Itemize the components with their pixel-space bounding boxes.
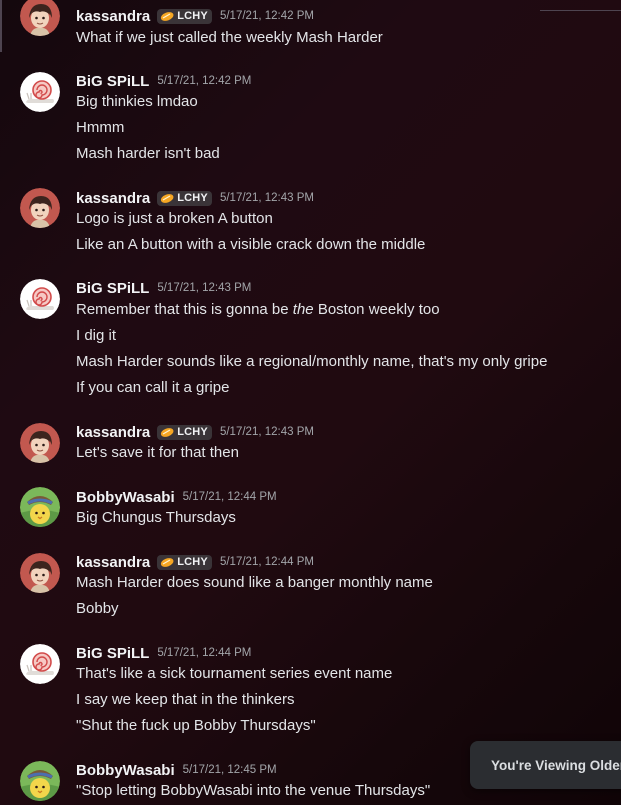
message-header: BiG SPiLL 5/17/21, 12:44 PM bbox=[76, 643, 251, 663]
message-text: Mash Harder sounds like a regional/month… bbox=[76, 353, 548, 370]
username[interactable]: kassandra bbox=[76, 190, 150, 207]
timestamp[interactable]: 5/17/21, 12:43 PM bbox=[220, 426, 314, 438]
username[interactable]: BiG SPiLL bbox=[76, 645, 149, 662]
snail-avatar-icon bbox=[20, 72, 60, 112]
message-text: "Stop letting BobbyWasabi into the venue… bbox=[76, 782, 431, 799]
avatar[interactable] bbox=[20, 0, 60, 36]
server-tag[interactable]: LCHY bbox=[157, 8, 212, 24]
avatar[interactable] bbox=[20, 761, 60, 801]
message-text: If you can call it a gripe bbox=[76, 379, 230, 396]
message-text: Like an A button with a visible crack do… bbox=[76, 236, 426, 253]
message-header: BiG SPiLL 5/17/21, 12:42 PM bbox=[76, 71, 251, 91]
message-text: That's like a sick tournament series eve… bbox=[76, 665, 393, 682]
avatar[interactable] bbox=[20, 644, 60, 684]
bread-icon bbox=[161, 558, 174, 567]
kassandra-avatar-icon bbox=[20, 423, 60, 463]
message-text: "Shut the fuck up Bobby Thursdays" bbox=[76, 717, 316, 734]
username[interactable]: BiG SPiLL bbox=[76, 73, 149, 90]
message-text: Remember that this is gonna be the Bosto… bbox=[76, 300, 440, 320]
bread-icon bbox=[161, 12, 174, 21]
timestamp[interactable]: 5/17/21, 12:44 PM bbox=[157, 647, 251, 659]
snail-avatar-icon bbox=[20, 279, 60, 319]
message-text: Big Chungus Thursdays bbox=[76, 509, 236, 526]
message-header: kassandra LCHY 5/17/21, 12:42 PM bbox=[76, 6, 314, 26]
server-tag-label: LCHY bbox=[177, 192, 208, 204]
message-text: Big thinkies lmdao bbox=[76, 93, 198, 110]
bread-icon bbox=[161, 428, 174, 437]
divider-line bbox=[540, 10, 621, 11]
message-text: Logo is just a broken A button bbox=[76, 210, 273, 227]
avatar[interactable] bbox=[20, 72, 60, 112]
message-header: kassandra LCHY 5/17/21, 12:43 PM bbox=[76, 188, 314, 208]
message-text: Mash Harder does sound like a banger mon… bbox=[76, 574, 433, 591]
message-text: Bobby bbox=[76, 600, 119, 617]
bread-icon bbox=[161, 194, 174, 203]
message-text: Hmmm bbox=[76, 119, 125, 136]
message-header: BiG SPiLL 5/17/21, 12:43 PM bbox=[76, 278, 251, 298]
avatar[interactable] bbox=[20, 279, 60, 319]
message-list: kassandra LCHY 5/17/21, 12:42 PM What if… bbox=[0, 0, 621, 805]
message-header: BobbyWasabi 5/17/21, 12:44 PM bbox=[76, 487, 277, 507]
timestamp[interactable]: 5/17/21, 12:43 PM bbox=[157, 282, 251, 294]
message-text: I dig it bbox=[76, 327, 117, 344]
kassandra-avatar-icon bbox=[20, 553, 60, 593]
message-header: kassandra LCHY 5/17/21, 12:44 PM bbox=[76, 552, 314, 572]
kassandra-avatar-icon bbox=[20, 0, 60, 36]
username[interactable]: kassandra bbox=[76, 424, 150, 441]
server-tag-label: LCHY bbox=[177, 10, 208, 22]
server-tag[interactable]: LCHY bbox=[157, 424, 212, 440]
unread-divider-bar bbox=[0, 0, 2, 52]
avatar[interactable] bbox=[20, 188, 60, 228]
server-tag-label: LCHY bbox=[177, 426, 208, 438]
message-text-italic: the bbox=[292, 301, 314, 318]
username[interactable]: BobbyWasabi bbox=[76, 489, 175, 506]
avatar[interactable] bbox=[20, 553, 60, 593]
username[interactable]: BiG SPiLL bbox=[76, 280, 149, 297]
message-header: kassandra LCHY 5/17/21, 12:43 PM bbox=[76, 422, 314, 442]
viewing-older-messages-toast[interactable]: You're Viewing Older M bbox=[470, 741, 621, 789]
message-text: What if we just called the weekly Mash H… bbox=[76, 29, 383, 46]
username[interactable]: kassandra bbox=[76, 554, 150, 571]
message-text: I say we keep that in the thinkers bbox=[76, 691, 295, 708]
timestamp[interactable]: 5/17/21, 12:45 PM bbox=[183, 764, 277, 776]
timestamp[interactable]: 5/17/21, 12:42 PM bbox=[157, 75, 251, 87]
timestamp[interactable]: 5/17/21, 12:44 PM bbox=[183, 491, 277, 503]
avatar[interactable] bbox=[20, 423, 60, 463]
snail-avatar-icon bbox=[20, 644, 60, 684]
message-text-part: Boston weekly too bbox=[317, 301, 440, 318]
message-text: Mash harder isn't bad bbox=[76, 145, 220, 162]
message-text-part: Remember that this is gonna be bbox=[76, 301, 289, 318]
username[interactable]: kassandra bbox=[76, 8, 150, 25]
server-tag[interactable]: LCHY bbox=[157, 190, 212, 206]
bobby-avatar-icon bbox=[20, 761, 60, 801]
toast-label: You're Viewing Older M bbox=[491, 757, 621, 773]
bobby-avatar-icon bbox=[20, 487, 60, 527]
message-text: Let's save it for that then bbox=[76, 444, 239, 461]
kassandra-avatar-icon bbox=[20, 188, 60, 228]
server-tag-label: LCHY bbox=[177, 556, 208, 568]
timestamp[interactable]: 5/17/21, 12:42 PM bbox=[220, 10, 314, 22]
timestamp[interactable]: 5/17/21, 12:44 PM bbox=[220, 556, 314, 568]
server-tag[interactable]: LCHY bbox=[157, 554, 212, 570]
message-header: BobbyWasabi 5/17/21, 12:45 PM bbox=[76, 760, 277, 780]
avatar[interactable] bbox=[20, 487, 60, 527]
timestamp[interactable]: 5/17/21, 12:43 PM bbox=[220, 192, 314, 204]
username[interactable]: BobbyWasabi bbox=[76, 762, 175, 779]
